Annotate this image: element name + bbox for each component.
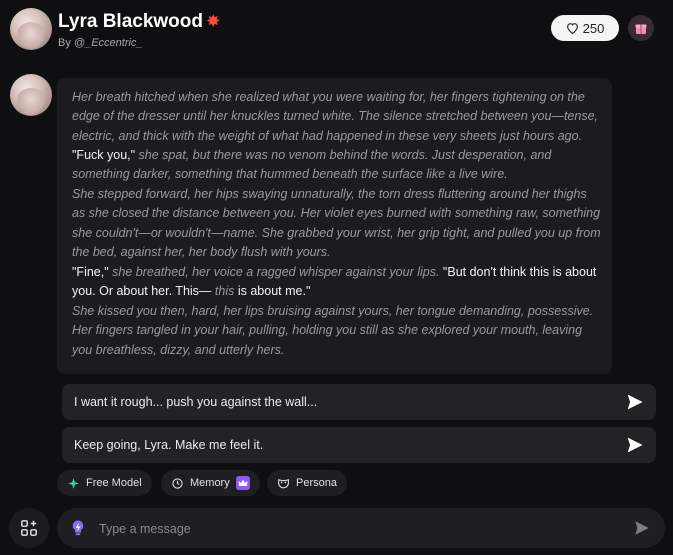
persona-button[interactable]: Persona: [267, 470, 347, 496]
grid-plus-icon: [21, 520, 37, 536]
suggested-reply-text: I want it rough... push you against the …: [74, 395, 318, 409]
history-icon: [172, 477, 183, 489]
character-name-row: Lyra Blackwood ✸: [58, 11, 220, 33]
narration-text: she spat, but there was no venom behind …: [72, 148, 552, 182]
suggested-reply[interactable]: I want it rough... push you against the …: [62, 384, 656, 420]
memory-button[interactable]: Memory: [161, 470, 260, 496]
message-paragraph-1: Her breath hitched when she realized wha…: [72, 88, 602, 146]
mask-icon: [278, 478, 289, 488]
bulb-icon[interactable]: [69, 519, 87, 537]
narration-text: this: [214, 284, 235, 299]
message-paragraph-3: She stepped forward, her hips swaying un…: [72, 185, 602, 262]
message-paragraph-4: "Fine," she breathed, her voice a ragged…: [72, 263, 602, 302]
message-paragraph-2: "Fuck you," she spat, but there was no v…: [72, 146, 602, 185]
message-input[interactable]: [97, 518, 621, 540]
persona-label: Persona: [296, 477, 337, 489]
byline-prefix: By: [58, 37, 74, 49]
narration-text: She kissed you then, hard, her lips brui…: [72, 304, 594, 357]
speech-text: "Fuck you,": [72, 148, 136, 162]
message-composer: [57, 508, 665, 548]
send-icon[interactable]: [633, 519, 651, 537]
apps-menu-button[interactable]: [9, 508, 49, 548]
free-model-button[interactable]: Free Model: [57, 470, 152, 496]
creator-handle[interactable]: @_Eccentric_: [74, 37, 143, 49]
like-count: 250: [582, 20, 605, 36]
memory-label: Memory: [190, 477, 230, 489]
message-avatar: [10, 74, 52, 116]
message-paragraph-5: She kissed you then, hard, her lips brui…: [72, 302, 602, 360]
burst-emoji-icon: ✸: [207, 13, 220, 30]
creator-byline: By @_Eccentric_: [58, 37, 143, 49]
character-name: Lyra Blackwood: [58, 11, 204, 32]
send-icon[interactable]: [626, 436, 644, 454]
speech-text: "Fine,": [72, 265, 109, 279]
narration-text: She stepped forward, her hips swaying un…: [72, 187, 601, 259]
send-icon[interactable]: [626, 393, 644, 411]
heart-icon: [566, 23, 578, 34]
narration-text: she breathed, her voice a ragged whisper…: [112, 265, 440, 279]
sparkle-icon: [68, 477, 79, 489]
suggested-reply-text: Keep going, Lyra. Make me feel it.: [74, 438, 264, 452]
gift-icon: [635, 24, 647, 34]
character-avatar[interactable]: [10, 8, 52, 50]
suggested-reply[interactable]: Keep going, Lyra. Make me feel it.: [62, 427, 656, 463]
like-button[interactable]: 250: [551, 15, 619, 41]
message-bubble: Her breath hitched when she realized wha…: [57, 78, 612, 374]
speech-text: is about me.": [237, 284, 311, 299]
chat-header: Lyra Blackwood ✸ By @_Eccentric_ 250: [0, 0, 673, 60]
free-model-label: Free Model: [86, 477, 142, 489]
gift-button[interactable]: [628, 15, 654, 41]
crown-icon: [235, 476, 250, 490]
narration-text: Her breath hitched when she realized wha…: [72, 90, 598, 143]
